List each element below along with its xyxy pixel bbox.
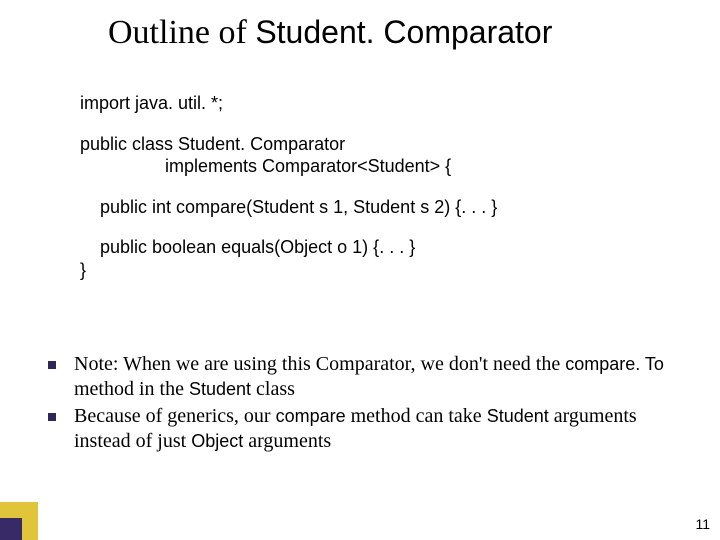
note-item: Because of generics, our compare method …	[48, 404, 688, 454]
t: class	[251, 378, 295, 400]
accent-purple	[0, 518, 22, 540]
t: Note: When we are using this Comparator,…	[74, 353, 565, 375]
code-line: public int compare(Student s 1, Student …	[80, 196, 700, 219]
t: arguments	[243, 430, 331, 452]
t-code: Object	[191, 431, 243, 451]
bullet-icon	[48, 361, 56, 369]
t-code: compare	[276, 406, 346, 426]
corner-accent	[0, 498, 42, 540]
title-prefix: Outline of	[108, 14, 255, 51]
code-line: }	[80, 259, 700, 282]
note-text: Note: When we are using this Comparator,…	[74, 352, 688, 402]
t-code: Student	[487, 406, 549, 426]
page-number: 11	[695, 516, 710, 532]
t-code: compare. To	[565, 354, 664, 374]
t: Because of generics, our	[74, 405, 276, 427]
notes-block: Note: When we are using this Comparator,…	[48, 352, 688, 456]
t: method in the	[74, 378, 189, 400]
note-item: Note: When we are using this Comparator,…	[48, 352, 688, 402]
t: method can take	[346, 405, 487, 427]
t-code: Student	[189, 379, 251, 399]
code-line: implements Comparator<Student> {	[80, 155, 700, 178]
bullet-icon	[48, 413, 56, 421]
code-line: public class Student. Comparator	[80, 133, 700, 156]
code-block: import java. util. *; public class Stude…	[80, 92, 700, 281]
slide-title: Outline of Student. Comparator	[108, 14, 552, 51]
code-line: public boolean equals(Object o 1) {. . .…	[80, 236, 700, 259]
title-code: Student. Comparator	[255, 14, 552, 50]
code-line: import java. util. *;	[80, 92, 700, 115]
note-text: Because of generics, our compare method …	[74, 404, 688, 454]
slide: Outline of Student. Comparator import ja…	[0, 0, 720, 540]
